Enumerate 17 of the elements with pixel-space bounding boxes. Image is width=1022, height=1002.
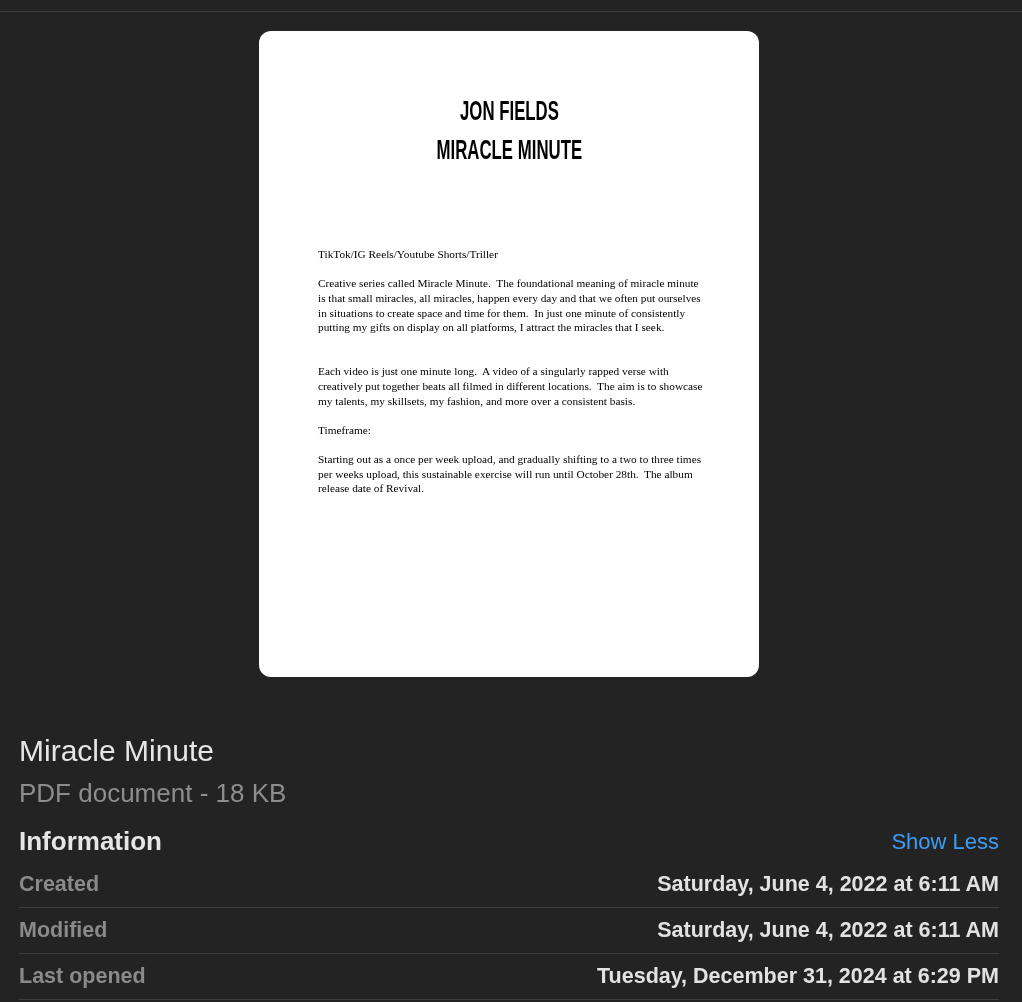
document-paragraph: TikTok/IG Reels/Youtube Shorts/Triller <box>318 247 499 262</box>
document-paragraph: Starting out as a once per week upload, and gradually shifting to a two to three times per weeks upload, this sustainable exercise will run until October 28th. The album release date of Revival. <box>318 452 703 497</box>
document-title: MIRACLE MINUTE <box>436 133 582 167</box>
file-name: Miracle Minute <box>19 734 216 768</box>
document-paragraph: Each video is just one minute long. A video of a singularly rapped verse with creatively put together beats all filmed in different locations. The aim is to showcase my talents, my skillsets, my fashion, and more over a consistent basis. <box>318 364 704 409</box>
document-title: JON FIELDS <box>459 94 559 128</box>
info-label: Created <box>19 871 100 899</box>
section-title: Information <box>19 824 162 858</box>
info-value: Tuesday, December 31, 2024 at 6:29 PM <box>597 963 999 991</box>
info-value: Saturday, June 4, 2022 at 6:11 AM <box>657 917 999 945</box>
document-paragraph: Creative series called Miracle Minute. The foundational meaning of miracle minute is that small miracles, all miracles, happen every day and that we often put ourselves in situations to create space and time for them. In just one minute of consistently putting my gifts on display on all platforms, I attract the miracles that I seek. <box>318 276 702 335</box>
info-label: Last opened <box>19 963 146 991</box>
info-label: Modified <box>19 917 108 945</box>
info-value: Saturday, June 4, 2022 at 6:11 AM <box>657 871 999 899</box>
document-paragraph: Timeframe: <box>318 422 372 438</box>
show-less-link[interactable]: Show Less <box>891 824 999 858</box>
file-kind: PDF document - 18 KB <box>19 778 288 808</box>
